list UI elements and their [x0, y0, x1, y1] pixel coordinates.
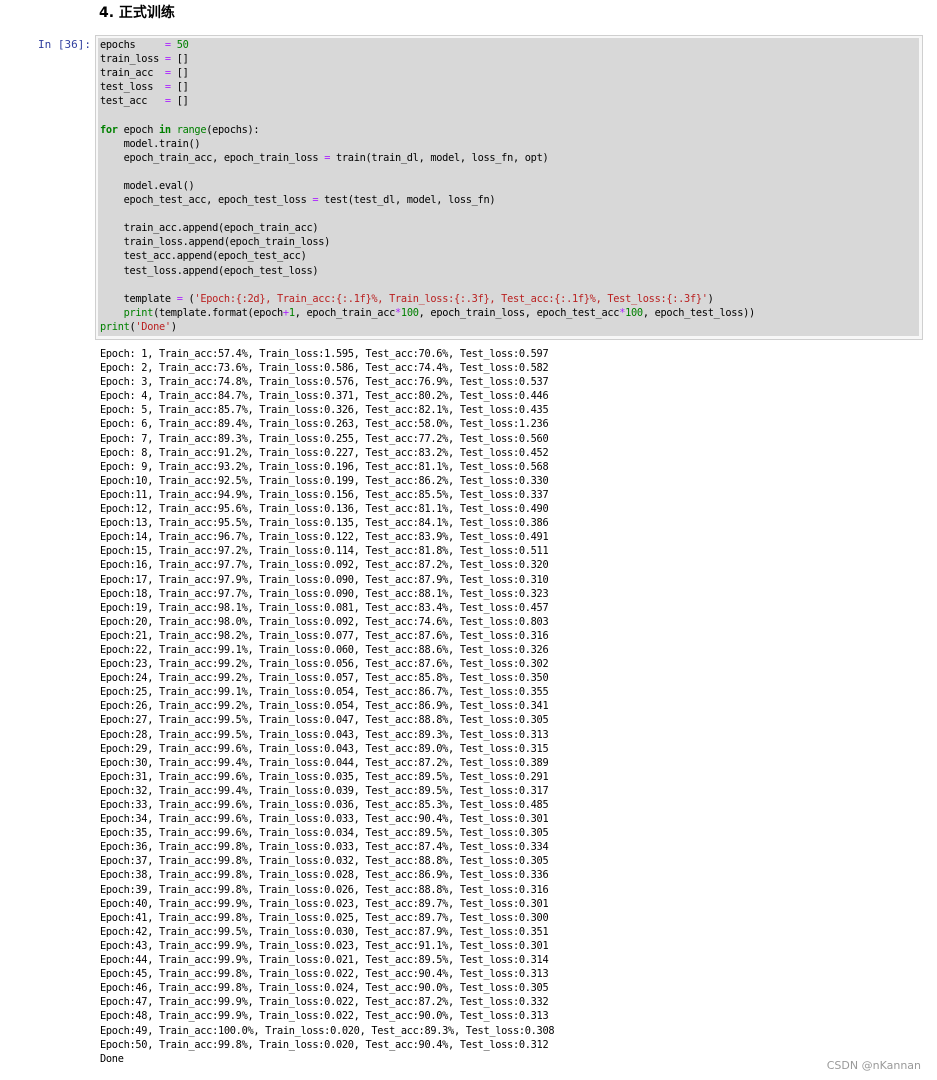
output-line: Epoch:30, Train_acc:99.4%, Train_loss:0.… [100, 756, 549, 769]
output-line: Epoch:34, Train_acc:99.6%, Train_loss:0.… [100, 813, 549, 826]
output-line: Epoch:29, Train_acc:99.6%, Train_loss:0.… [100, 742, 549, 755]
code-line: epoch_test_acc, epoch_test_loss = test(t… [100, 194, 496, 207]
code-line: test_acc.append(epoch_test_acc) [100, 250, 307, 263]
output-line: Epoch:27, Train_acc:99.5%, Train_loss:0.… [100, 714, 549, 727]
output-line: Epoch:43, Train_acc:99.9%, Train_loss:0.… [100, 939, 549, 952]
code-line: epochs = 50 [100, 39, 189, 51]
code-line: test_loss = [] [100, 81, 189, 94]
code-text[interactable]: epochs = 50 train_loss = [] train_acc = … [100, 38, 755, 334]
code-line: model.train() [100, 137, 201, 150]
output-line: Epoch:46, Train_acc:99.8%, Train_loss:0.… [100, 982, 549, 995]
output-line: Epoch: 3, Train_acc:74.8%, Train_loss:0.… [100, 376, 549, 389]
output-line: Epoch:13, Train_acc:95.5%, Train_loss:0.… [100, 517, 549, 530]
output-line: Epoch:47, Train_acc:99.9%, Train_loss:0.… [100, 996, 549, 1009]
output-line: Epoch:23, Train_acc:99.2%, Train_loss:0.… [100, 658, 549, 671]
code-line: epoch_train_acc, epoch_train_loss = trai… [100, 151, 549, 164]
code-line: print(template.format(epoch+1, epoch_tra… [123, 306, 756, 319]
output-line: Epoch:10, Train_acc:92.5%, Train_loss:0.… [100, 474, 549, 487]
output-line: Epoch:28, Train_acc:99.5%, Train_loss:0.… [100, 728, 549, 741]
code-line: model.eval() [100, 179, 195, 192]
output-line: Epoch: 1, Train_acc:57.4%, Train_loss:1.… [100, 348, 549, 360]
code-line: train_loss = [] [100, 53, 189, 66]
output-line: Epoch:33, Train_acc:99.6%, Train_loss:0.… [100, 799, 549, 811]
output-line: Epoch: 9, Train_acc:93.2%, Train_loss:0.… [100, 460, 549, 473]
output-line: Epoch:16, Train_acc:97.7%, Train_loss:0.… [100, 559, 549, 572]
output-line: Epoch:40, Train_acc:99.9%, Train_loss:0.… [100, 897, 549, 910]
output-line: Epoch:50, Train_acc:99.8%, Train_loss:0.… [100, 1038, 549, 1051]
section-heading: 4. 正式训练 [99, 5, 175, 21]
output-line: Epoch:20, Train_acc:98.0%, Train_loss:0.… [100, 615, 549, 628]
output-line: Epoch:12, Train_acc:95.6%, Train_loss:0.… [100, 503, 549, 516]
output-line: Epoch: 7, Train_acc:89.3%, Train_loss:0.… [100, 432, 549, 445]
output-line: Epoch:14, Train_acc:96.7%, Train_loss:0.… [100, 531, 549, 544]
code-line: train_acc.append(epoch_train_acc) [100, 222, 319, 235]
output-line: Epoch:44, Train_acc:99.9%, Train_loss:0.… [100, 954, 549, 967]
code-line: template = ('Epoch:{:2d}, Train_acc:{:.1… [100, 292, 714, 305]
output-line: Epoch:49, Train_acc:100.0%, Train_loss:0… [100, 1024, 555, 1037]
output-line: Epoch:32, Train_acc:99.4%, Train_loss:0.… [100, 784, 549, 797]
output-line: Epoch:41, Train_acc:99.8%, Train_loss:0.… [100, 911, 549, 924]
code-line: train_acc = [] [100, 67, 189, 80]
output-line: Epoch:11, Train_acc:94.9%, Train_loss:0.… [100, 488, 549, 501]
code-line: print('Done') [100, 320, 177, 333]
output-line: Epoch:42, Train_acc:99.5%, Train_loss:0.… [100, 925, 549, 938]
output-line: Done [100, 1052, 124, 1065]
output-line: Epoch:38, Train_acc:99.8%, Train_loss:0.… [100, 869, 549, 882]
output-line: Epoch: 6, Train_acc:89.4%, Train_loss:0.… [100, 418, 549, 431]
code-line: for epoch in range(epochs): [100, 123, 260, 136]
output-line: Epoch:48, Train_acc:99.9%, Train_loss:0.… [100, 1010, 549, 1023]
output-line: Epoch: 5, Train_acc:85.7%, Train_loss:0.… [100, 404, 549, 417]
output-line: Epoch:25, Train_acc:99.1%, Train_loss:0.… [100, 686, 549, 699]
output-line: Epoch:36, Train_acc:99.8%, Train_loss:0.… [100, 841, 549, 854]
watermark: CSDN @nKannan [826, 1059, 921, 1072]
output-line: Epoch:35, Train_acc:99.6%, Train_loss:0.… [100, 827, 549, 840]
output-line: Epoch:37, Train_acc:99.8%, Train_loss:0.… [100, 855, 549, 868]
code-line: test_loss.append(epoch_test_loss) [100, 264, 319, 277]
code-line: test_acc = [] [100, 95, 189, 108]
output-line: Epoch:31, Train_acc:99.6%, Train_loss:0.… [100, 770, 549, 783]
output-line: Epoch: 8, Train_acc:91.2%, Train_loss:0.… [100, 446, 549, 459]
input-prompt: In [36]: [38, 38, 91, 51]
cell-output: Epoch: 1, Train_acc:57.4%, Train_loss:1.… [100, 347, 555, 1066]
output-line: Epoch:21, Train_acc:98.2%, Train_loss:0.… [100, 629, 549, 642]
output-line: Epoch: 4, Train_acc:84.7%, Train_loss:0.… [100, 390, 549, 403]
output-line: Epoch:19, Train_acc:98.1%, Train_loss:0.… [100, 601, 549, 614]
output-line: Epoch: 2, Train_acc:73.6%, Train_loss:0.… [100, 362, 549, 375]
code-line: train_loss.append(epoch_train_loss) [100, 236, 331, 249]
output-line: Epoch:17, Train_acc:97.9%, Train_loss:0.… [100, 573, 549, 586]
output-line: Epoch:15, Train_acc:97.2%, Train_loss:0.… [100, 545, 549, 558]
output-line: Epoch:22, Train_acc:99.1%, Train_loss:0.… [100, 643, 549, 656]
output-line: Epoch:26, Train_acc:99.2%, Train_loss:0.… [100, 700, 549, 713]
output-line: Epoch:18, Train_acc:97.7%, Train_loss:0.… [100, 587, 549, 600]
output-line: Epoch:45, Train_acc:99.8%, Train_loss:0.… [100, 968, 549, 981]
output-line: Epoch:24, Train_acc:99.2%, Train_loss:0.… [100, 672, 549, 685]
output-line: Epoch:39, Train_acc:99.8%, Train_loss:0.… [100, 883, 549, 896]
